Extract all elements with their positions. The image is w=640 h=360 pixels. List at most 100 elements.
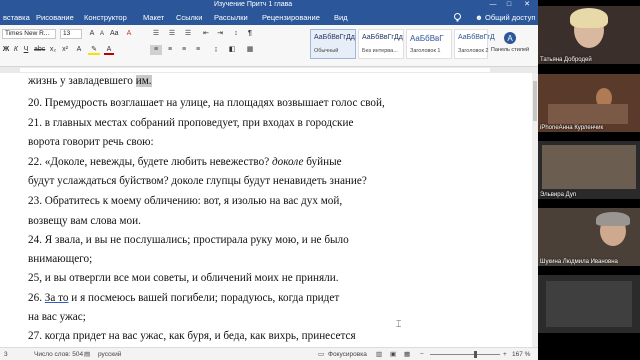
- focus-mode-icon[interactable]: ▭: [318, 348, 324, 360]
- zoom-level[interactable]: 167 %: [512, 348, 530, 360]
- tab-layout[interactable]: Макет: [143, 10, 164, 25]
- styles-pane-button[interactable]: A Панель стилей: [490, 29, 530, 63]
- participant-video: [546, 281, 632, 327]
- mouse-cursor-icon: ⌶: [396, 319, 402, 329]
- subscript-icon[interactable]: x₂: [48, 45, 58, 55]
- participant-tile[interactable]: [538, 275, 640, 333]
- style-no-spacing[interactable]: АаБбВвГгДд Без интерва...: [358, 29, 404, 59]
- text-effects-icon[interactable]: A: [74, 45, 84, 55]
- participant-name: iPhoneАнна Курленчик: [540, 125, 604, 131]
- web-layout-icon[interactable]: ▦: [404, 348, 410, 360]
- style-name: Заголовок 1: [410, 48, 441, 54]
- tab-insert[interactable]: вставка: [3, 10, 30, 25]
- proofing-icon[interactable]: ▤: [84, 348, 90, 360]
- maximize-button[interactable]: □: [504, 0, 514, 10]
- participant-tile[interactable]: Татьяна Добродей: [538, 6, 640, 64]
- numbering-icon[interactable]: ☰: [166, 29, 178, 39]
- italic-icon[interactable]: К: [12, 45, 20, 55]
- font-name-select[interactable]: Times New R...: [2, 29, 56, 39]
- word-count[interactable]: Число слов: 504: [34, 348, 83, 360]
- font-size-select[interactable]: 13: [60, 29, 82, 39]
- align-right-icon[interactable]: ≡: [178, 45, 190, 55]
- title-bar: Изучение Притч 1 глава — □ ✕: [0, 0, 538, 10]
- document-line: 22. «Доколе, невежды, будете любить неве…: [28, 156, 342, 168]
- bullets-icon[interactable]: ☰: [150, 29, 162, 39]
- document-line: 25, и вы отвергли все мои советы, и обли…: [28, 272, 339, 284]
- read-mode-icon[interactable]: ▥: [376, 348, 382, 360]
- close-button[interactable]: ✕: [522, 0, 532, 10]
- share-button[interactable]: ☻ Общий доступ: [475, 10, 535, 25]
- style-name: Обычный: [314, 48, 339, 54]
- style-heading-1[interactable]: АаБбВвГ Заголовок 1: [406, 29, 452, 59]
- document-line: 27. когда придет на вас ужас, как буря, …: [28, 330, 356, 342]
- clear-format-icon[interactable]: A: [124, 29, 134, 39]
- document-line: ворота говорит речь свою:: [28, 136, 154, 148]
- focus-mode-button[interactable]: Фокусировка: [328, 348, 367, 360]
- participant-hair: [596, 212, 630, 226]
- tab-view[interactable]: Вид: [334, 10, 348, 25]
- proofing-underlined-text: За то: [44, 292, 69, 304]
- zoom-slider-track: [430, 351, 500, 358]
- multilevel-list-icon[interactable]: ☰: [182, 29, 194, 39]
- decrease-indent-icon[interactable]: ⇤: [200, 29, 212, 39]
- change-case-icon[interactable]: Aa: [110, 29, 119, 39]
- participant-background: [548, 104, 628, 124]
- highlight-icon[interactable]: ✎: [88, 45, 100, 55]
- tab-references[interactable]: Ссылки: [176, 10, 202, 25]
- style-sample: АаБбВвГгДд: [314, 34, 355, 41]
- person-icon: ☻: [475, 13, 485, 22]
- print-layout-icon[interactable]: ▣: [390, 348, 396, 360]
- shading-icon[interactable]: ◧: [226, 45, 238, 55]
- align-center-icon[interactable]: ≡: [164, 45, 176, 55]
- tab-draw[interactable]: Рисование: [36, 10, 74, 25]
- lightbulb-search-icon[interactable]: [452, 12, 463, 23]
- participant-tile[interactable]: Эльвира Дуп: [538, 141, 640, 199]
- styles-pane-icon: A: [504, 32, 516, 44]
- document-line: 26. За то и я посмеюсь вашей погибели; п…: [28, 292, 339, 304]
- tab-mailings[interactable]: Рассылки: [214, 10, 248, 25]
- grow-font-icon[interactable]: A: [88, 29, 96, 39]
- tab-review[interactable]: Рецензирование: [262, 10, 320, 25]
- show-marks-icon[interactable]: ¶: [244, 29, 256, 39]
- strikethrough-icon[interactable]: abc: [34, 45, 45, 55]
- document-line: внимающего;: [28, 253, 93, 265]
- styles-pane-label: Панель стилей: [490, 47, 530, 53]
- document-page[interactable]: жизнь у завладевшего им. 20. Премудрость…: [0, 73, 538, 347]
- font-color-icon[interactable]: A: [104, 45, 114, 55]
- justify-icon[interactable]: ≡: [192, 45, 204, 55]
- borders-icon[interactable]: ▦: [244, 45, 256, 55]
- scrollbar-thumb[interactable]: [533, 81, 537, 121]
- document-line: 21. в главных местах собраний проповедуе…: [28, 117, 354, 129]
- line-text: 26.: [28, 292, 45, 304]
- line-spacing-icon[interactable]: ↨: [210, 45, 222, 55]
- underline-icon[interactable]: Ч: [22, 45, 30, 55]
- style-normal[interactable]: АаБбВвГгДд Обычный: [310, 29, 356, 59]
- increase-indent-icon[interactable]: ⇥: [214, 29, 226, 39]
- page-indicator[interactable]: 3: [4, 348, 8, 360]
- video-call-panel: Татьяна Добродей iPhoneАнна Курленчик Эл…: [538, 0, 640, 360]
- language[interactable]: русский: [98, 348, 121, 360]
- svg-text:A: A: [507, 34, 513, 43]
- participant-tile[interactable]: Шукина Людмила Ивановна: [538, 208, 640, 266]
- superscript-icon[interactable]: x²: [60, 45, 70, 55]
- minimize-button[interactable]: —: [488, 0, 498, 10]
- sort-icon[interactable]: ↕: [230, 29, 242, 39]
- zoom-slider[interactable]: [430, 348, 500, 360]
- style-name: Без интерва...: [362, 48, 398, 54]
- italic-text: доколе: [271, 156, 304, 168]
- style-heading-2[interactable]: АаБбВвГгД Заголовок 2: [454, 29, 495, 59]
- line-text: буйные: [303, 156, 342, 168]
- ribbon-home: Times New R... 13 A A Aa A Ж К Ч abc x₂ …: [0, 25, 538, 67]
- participant-tile[interactable]: iPhoneАнна Курленчик: [538, 74, 640, 132]
- bold-icon[interactable]: Ж: [2, 45, 10, 55]
- tab-design[interactable]: Конструктор: [84, 10, 127, 25]
- document-line: возвещу вам слова мои.: [28, 215, 141, 227]
- participant-video: [542, 145, 636, 189]
- participant-hair: [570, 8, 608, 28]
- document-line: 23. Обратитесь к моему обличению: вот, я…: [28, 195, 343, 207]
- shrink-font-icon[interactable]: A: [98, 29, 106, 39]
- document-line: жизнь у завладевшего им.: [28, 75, 152, 87]
- zoom-in-button[interactable]: +: [503, 348, 507, 360]
- align-left-icon[interactable]: ≡: [150, 45, 162, 55]
- zoom-out-button[interactable]: −: [420, 348, 424, 360]
